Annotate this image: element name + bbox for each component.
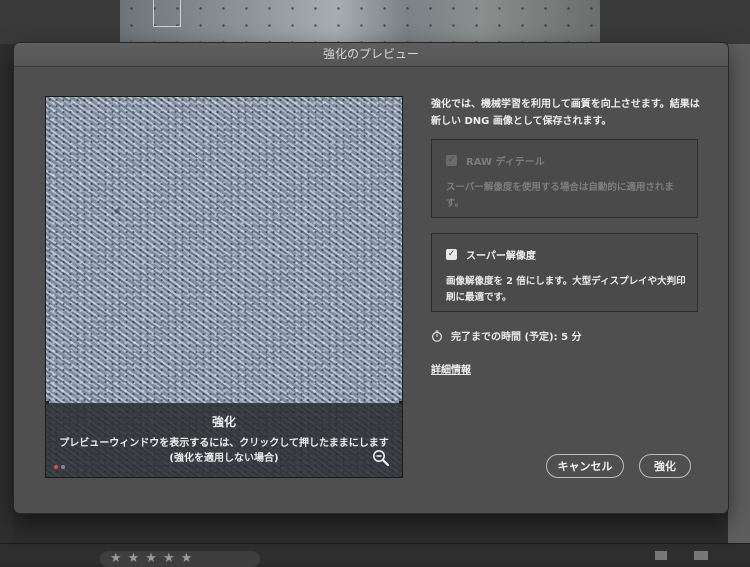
enhance-preview-dialog: 強化のプレビュー 強化 プレビューウィンドウを表示するには、クリックして押したま… xyxy=(14,43,728,513)
raw-details-label: RAW ディテール xyxy=(466,157,545,168)
raw-details-option: ✓ RAW ディテール スーパー解像度を使用する場合は自動的に適用されます。 xyxy=(431,139,698,218)
super-resolution-label: スーパー解像度 xyxy=(466,251,536,262)
star-rating[interactable]: ★★★★★ xyxy=(100,551,260,567)
estimated-time-text: 完了までの時間 (予定): 5 分 xyxy=(451,332,582,343)
view-mode-icon[interactable] xyxy=(655,551,667,560)
preview-image[interactable]: 強化 プレビューウィンドウを表示するには、クリックして押したままにします (強化… xyxy=(45,96,403,478)
enhance-button[interactable]: 強化 xyxy=(639,454,691,478)
preview-indicator xyxy=(54,454,68,473)
photo-crop-frame xyxy=(153,0,181,27)
right-panel xyxy=(728,44,750,544)
stopwatch-icon xyxy=(431,329,443,342)
preview-caption-line1: プレビューウィンドウを表示するには、クリックして押したままにします xyxy=(59,438,389,449)
zoom-out-icon[interactable] xyxy=(372,449,390,467)
background-photo xyxy=(120,0,600,44)
compare-view-icon[interactable] xyxy=(694,551,708,560)
super-resolution-checkbox[interactable]: ✓ xyxy=(446,249,457,260)
photo-texture xyxy=(120,0,600,44)
preview-caption: 強化 プレビューウィンドウを表示するには、クリックして押したままにします (強化… xyxy=(46,403,402,477)
cancel-button[interactable]: キャンセル xyxy=(546,454,624,478)
enhance-description: 強化では、機械学習を利用して画質を向上させます。結果は新しい DNG 画像として… xyxy=(431,99,700,127)
preview-caption-line2: (強化を適用しない場合) xyxy=(169,453,279,464)
learn-more-link[interactable]: 詳細情報 xyxy=(431,361,471,376)
left-panel xyxy=(0,44,14,544)
preview-caption-title: 強化 xyxy=(211,415,236,429)
dialog-title: 強化のプレビュー xyxy=(14,43,728,67)
estimated-time: 完了までの時間 (予定): 5 分 xyxy=(431,328,582,343)
raw-details-description: スーパー解像度を使用する場合は自動的に適用されます。 xyxy=(446,182,674,209)
super-resolution-option: ✓ スーパー解像度 画像解像度を 2 倍にします。大型ディスプレイや大判印刷に最… xyxy=(431,233,698,312)
super-resolution-description: 画像解像度を 2 倍にします。大型ディスプレイや大判印刷に最適です。 xyxy=(446,276,686,303)
raw-details-checkbox[interactable]: ✓ xyxy=(446,155,457,166)
